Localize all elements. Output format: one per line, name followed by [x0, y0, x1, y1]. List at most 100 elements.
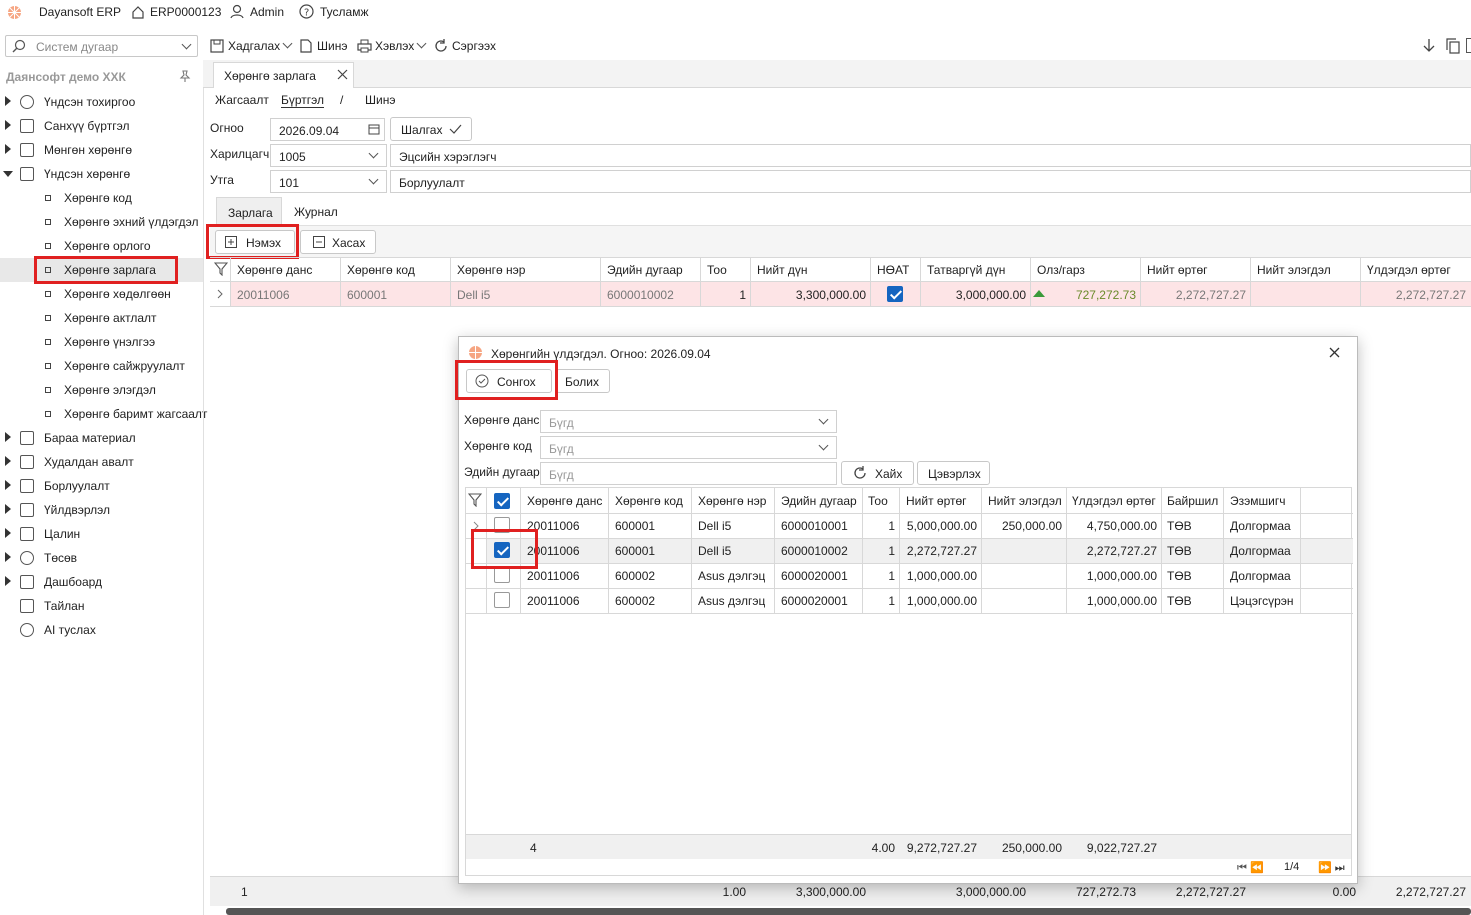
search-button[interactable]: Хайх — [841, 461, 914, 485]
dialog-cell[interactable]: ТӨВ — [1167, 594, 1192, 608]
filter-code-select[interactable]: Бүгд — [540, 436, 837, 459]
dialog-cell[interactable]: 6000010001 — [781, 519, 848, 533]
pager-next-last-icon[interactable]: ⏩ ⏭ — [1318, 861, 1345, 875]
col-header[interactable]: Эдийн дугаар — [607, 263, 683, 277]
print-button[interactable]: Хэвлэх — [375, 39, 414, 53]
col-header[interactable]: Нийт элэгдэл — [1257, 263, 1331, 277]
col-header[interactable]: Нийт өртөг — [906, 494, 967, 508]
sidebar-subitem[interactable]: Хөрөнгө сайжруулалт — [0, 354, 203, 378]
dialog-cell[interactable]: Dell i5 — [698, 544, 731, 558]
dialog-cell[interactable]: ТӨВ — [1167, 519, 1192, 533]
dialog-cell[interactable]: Долгормаа — [1230, 569, 1291, 583]
cell-name[interactable]: Dell i5 — [457, 288, 490, 302]
col-header[interactable]: Хөрөнгө данс — [527, 494, 602, 508]
cell-total[interactable]: 3,300,000.00 — [750, 288, 866, 302]
expand-arrow-icon[interactable] — [5, 480, 11, 490]
filter-icon[interactable] — [214, 262, 228, 276]
download-icon[interactable] — [1422, 38, 1436, 54]
dialog-cell[interactable]: 6000020001 — [781, 569, 848, 583]
cell-remaining[interactable]: 2,272,727.27 — [1360, 288, 1466, 302]
expand-arrow-icon[interactable] — [5, 456, 11, 466]
col-header[interactable]: Тоо — [868, 494, 888, 508]
expand-arrow-icon[interactable] — [5, 96, 11, 106]
partner-select[interactable]: 1005 — [270, 144, 387, 167]
cell-net[interactable]: 3,000,000.00 — [920, 288, 1026, 302]
col-header[interactable]: Тоо — [707, 263, 727, 277]
col-header[interactable]: Хөрөнгө код — [347, 263, 415, 277]
erp-code[interactable]: ERP0000123 — [150, 5, 221, 19]
cell-account[interactable]: 20011006 — [237, 288, 290, 302]
system-number-search[interactable]: Систем дугаар — [5, 35, 198, 57]
col-header[interactable]: Байршил — [1167, 494, 1218, 508]
col-header[interactable]: Хөрөнгө нэр — [698, 494, 766, 508]
close-icon[interactable] — [337, 69, 348, 80]
sidebar-subitem[interactable]: Хөрөнгө хөдөлгөөн — [0, 282, 203, 306]
dialog-cell[interactable]: 1 — [862, 569, 895, 583]
cell-gain[interactable]: 727,272.73 — [1030, 288, 1136, 302]
sidebar-item-inventory[interactable]: Бараа материал — [0, 426, 203, 450]
sidebar-item-fixed-assets[interactable]: Үндсэн хөрөнгө — [0, 162, 203, 186]
sidebar-subitem[interactable]: Хөрөнгө баримт жагсаалт — [0, 402, 207, 426]
col-header[interactable]: Татваргүй дүн — [927, 263, 1005, 277]
dialog-cell[interactable]: 1 — [862, 544, 895, 558]
col-header[interactable]: НӨАТ — [877, 263, 909, 277]
print-dropdown-icon[interactable] — [416, 38, 427, 49]
filter-account-select[interactable]: Бүгд — [540, 410, 837, 433]
dialog-cell[interactable]: 5,000,000.00 — [899, 519, 977, 533]
sidebar-item-settings[interactable]: Үндсэн тохиргоо — [0, 90, 203, 114]
expand-arrow-icon[interactable] — [5, 144, 11, 154]
pin-icon[interactable] — [179, 70, 191, 82]
sidebar-subitem[interactable]: Хөрөнгө үнэлгээ — [0, 330, 203, 354]
dialog-cell[interactable]: 600002 — [615, 569, 655, 583]
cancel-button[interactable]: Болих — [556, 369, 610, 393]
new-button[interactable]: Шинэ — [317, 39, 347, 53]
col-header[interactable]: Хөрөнгө данс — [237, 263, 312, 277]
account-name-field[interactable]: Борлуулалт — [390, 170, 1471, 193]
dialog-cell[interactable]: 2,272,727.27 — [899, 544, 977, 558]
copy-icon[interactable] — [1446, 38, 1460, 54]
close-icon[interactable] — [1329, 347, 1340, 358]
horizontal-scrollbar[interactable] — [226, 908, 1471, 915]
dialog-cell[interactable]: 1,000,000.00 — [899, 569, 977, 583]
refresh-button[interactable]: Сэргээх — [452, 39, 496, 53]
dialog-cell[interactable]: 2,272,727.27 — [1066, 544, 1157, 558]
sidebar-subitem[interactable]: Хөрөнгө код — [0, 186, 203, 210]
dialog-cell[interactable]: 600002 — [615, 594, 655, 608]
col-header[interactable]: Нийт дүн — [757, 263, 808, 277]
col-header[interactable]: Нийт элэгдэл — [988, 494, 1062, 508]
sidebar-item-finance[interactable]: Санхүү бүртгэл — [0, 114, 203, 138]
save-dropdown-icon[interactable] — [282, 38, 293, 49]
filter-icon[interactable] — [468, 493, 482, 507]
dialog-cell[interactable]: Asus дэлгэц — [698, 569, 765, 583]
col-header[interactable]: Олз/гарз — [1037, 263, 1085, 277]
dialog-cell[interactable]: 4,750,000.00 — [1066, 519, 1157, 533]
sidebar-item-purchase[interactable]: Худалдан авалт — [0, 450, 203, 474]
check-button[interactable]: Шалгах — [390, 117, 472, 141]
clear-button[interactable]: Цэвэрлэх — [917, 461, 990, 485]
vat-checkbox[interactable] — [887, 286, 903, 302]
breadcrumb-list[interactable]: Жагсаалт — [215, 93, 269, 107]
partner-name-field[interactable]: Эцсийн хэрэглэгч — [390, 144, 1471, 167]
filter-serial-input[interactable]: Бүгд — [540, 462, 837, 485]
date-field[interactable]: 2026.09.04 — [270, 118, 385, 141]
select-all-checkbox[interactable] — [494, 493, 510, 509]
col-header[interactable]: Үлдэгдэл өртөг — [1072, 494, 1156, 508]
sidebar-item-budget[interactable]: Төсөв — [0, 546, 203, 570]
collapse-arrow-icon[interactable] — [3, 171, 13, 177]
dialog-cell[interactable]: 1,000,000.00 — [899, 594, 977, 608]
sidebar-subitem[interactable]: Хөрөнгө орлого — [0, 234, 203, 258]
dialog-cell[interactable]: 600001 — [615, 519, 655, 533]
save-button[interactable]: Хадгалах — [228, 39, 280, 53]
remove-button[interactable]: Хасах — [300, 230, 376, 254]
row-checkbox[interactable] — [494, 592, 510, 608]
sidebar-item-production[interactable]: Үйлдвэрлэл — [0, 498, 203, 522]
dialog-cell[interactable]: Долгормаа — [1230, 544, 1291, 558]
col-header[interactable]: Хөрөнгө нэр — [457, 263, 525, 277]
dialog-cell[interactable]: Долгормаа — [1230, 519, 1291, 533]
dialog-cell[interactable]: 1,000,000.00 — [1066, 594, 1157, 608]
tab-expense[interactable]: Зарлага — [216, 197, 282, 225]
sidebar-subitem[interactable]: Хөрөнгө актлалт — [0, 306, 203, 330]
dialog-cell[interactable]: ТӨВ — [1167, 569, 1192, 583]
sidebar-item-ai[interactable]: AI туслах — [0, 618, 203, 642]
account-select[interactable]: 101 — [270, 170, 387, 193]
